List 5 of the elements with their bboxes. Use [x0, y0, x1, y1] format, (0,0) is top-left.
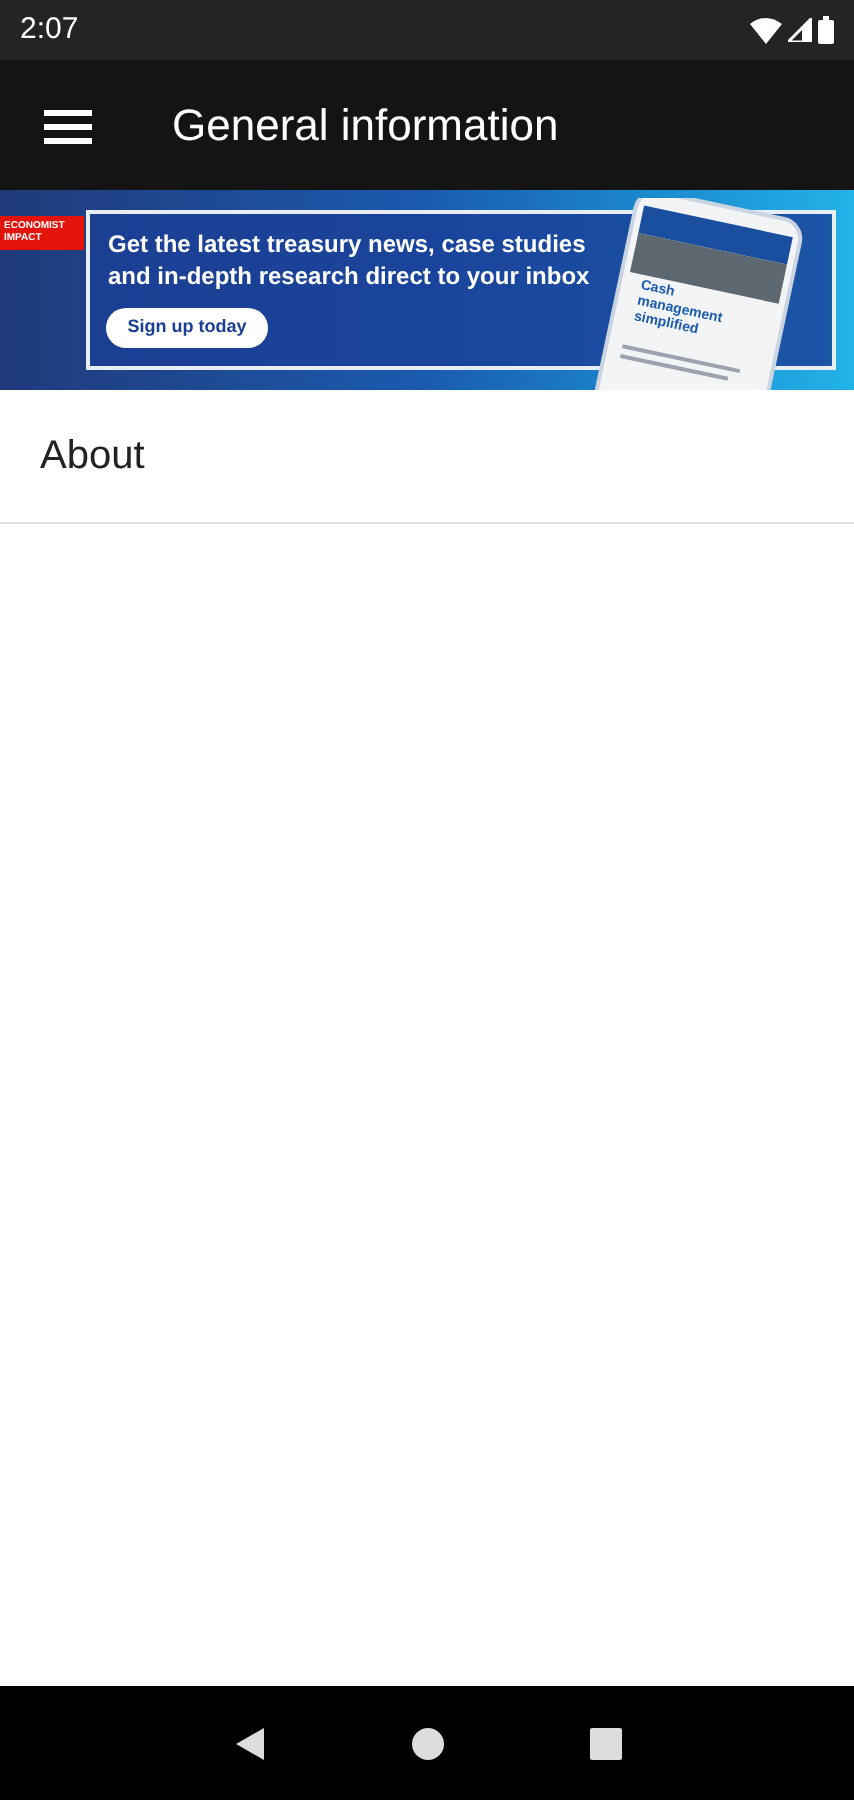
sign-up-button[interactable]: Sign up today — [106, 308, 268, 348]
banner-headline: Get the latest treasury news, case studies and in-depth research direct to your inbox — [108, 228, 592, 292]
list-item[interactable]: About — [0, 390, 854, 524]
app-bar-title: General information — [172, 98, 559, 154]
status-time: 2:07 — [20, 9, 79, 50]
